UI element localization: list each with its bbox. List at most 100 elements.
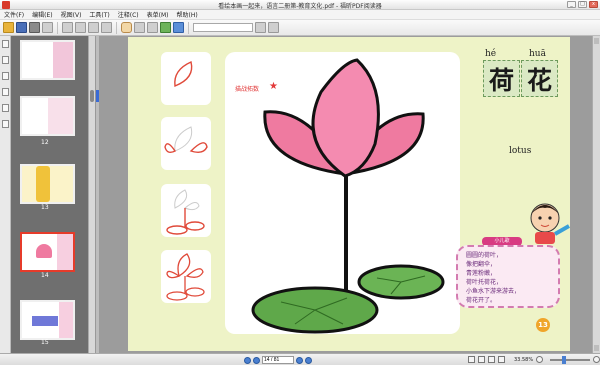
last-page-button[interactable] (305, 356, 312, 364)
page-thumbnail-selected[interactable] (20, 232, 75, 272)
minimize-button[interactable]: _ (567, 1, 576, 8)
view-controls: 33.58% (468, 355, 600, 364)
poem-line: 青莲粉嫩， (466, 270, 497, 277)
toolbar-divider (116, 21, 117, 34)
thumbnail-label: 14 (41, 272, 49, 279)
page-number-field[interactable] (262, 356, 294, 364)
poem-line: 荷花开了。 (466, 297, 497, 304)
toolbar-divider (188, 21, 189, 34)
scroll-up-button[interactable] (594, 38, 599, 44)
navigation-panel-tabs (0, 36, 11, 353)
zoom-level[interactable]: 33.58% (514, 357, 533, 363)
hanzi-box-hua: 花 (521, 60, 558, 97)
thumbnail-panel: 11 12 13 14 15 (11, 36, 97, 353)
zoom-slider[interactable] (550, 355, 591, 364)
comments-panel-icon[interactable] (1, 88, 9, 96)
undo-icon[interactable] (101, 22, 112, 33)
select-text-icon[interactable] (134, 22, 145, 33)
page-thumbnail[interactable] (20, 96, 75, 136)
single-page-icon[interactable] (468, 356, 475, 363)
toolbar-divider (57, 21, 58, 34)
lotus-illustration (251, 58, 445, 334)
status-bar: 33.58% (0, 353, 600, 365)
thumbnail-image (59, 302, 73, 338)
page-thumbnail[interactable] (20, 300, 75, 340)
copy-icon[interactable] (75, 22, 86, 33)
lotus-drawing-card: 描战拓数 ★ (225, 52, 460, 334)
thumbnail-image (22, 98, 48, 134)
toolbar (0, 20, 600, 36)
snapshot-icon[interactable] (147, 22, 158, 33)
menu-edit[interactable]: 编辑(E) (32, 10, 52, 19)
drawing-step-3 (161, 184, 211, 237)
find-next-icon[interactable] (268, 22, 279, 33)
save-icon[interactable] (16, 22, 27, 33)
menu-comments[interactable]: 注释(C) (118, 10, 139, 19)
layers-panel-icon[interactable] (1, 72, 9, 80)
thumbnail-image (53, 42, 73, 78)
zoom-in-button[interactable] (593, 356, 600, 363)
thumbnail-label: 11 (41, 68, 49, 75)
facing-icon[interactable] (488, 356, 495, 363)
previous-page-button[interactable] (253, 356, 260, 364)
hanzi-hua: 花 (526, 65, 552, 95)
first-page-button[interactable] (244, 356, 251, 364)
step-2-sketch (164, 126, 208, 154)
page-navigation (244, 356, 312, 364)
thumbnail-label: 13 (41, 204, 49, 211)
hanzi-he: 荷 (488, 65, 514, 95)
scrollbar-thumb[interactable] (90, 90, 94, 102)
drawing-step-4 (161, 250, 211, 303)
step-1-sketch (174, 61, 193, 87)
pinyin-he: hé (485, 49, 497, 59)
thumbnail-image (36, 244, 52, 258)
maximize-button[interactable]: □ (578, 1, 587, 8)
cartoon-girl-image (530, 203, 570, 244)
paste-icon[interactable] (88, 22, 99, 33)
page-thumbnail[interactable] (20, 164, 75, 204)
drawing-step-1 (161, 52, 211, 105)
continuous-icon[interactable] (478, 356, 485, 363)
poem-line: 小鱼水下游来游去， (466, 288, 521, 295)
menu-view[interactable]: 视图(V) (61, 10, 82, 19)
menu-tools[interactable]: 工具(T) (89, 10, 109, 19)
menu-help[interactable]: 帮助(H) (177, 10, 198, 19)
step-3-sketch (166, 189, 205, 235)
thumbnail-scrollbar[interactable] (88, 36, 95, 353)
poem-line: 荷叶托荷花， (466, 279, 503, 286)
attachments-panel-icon[interactable] (1, 104, 9, 112)
next-page-button[interactable] (296, 356, 303, 364)
cut-icon[interactable] (62, 22, 73, 33)
document-scrollbar[interactable] (592, 36, 600, 353)
open-icon[interactable] (3, 22, 14, 33)
zoom-slider-knob[interactable] (562, 355, 567, 364)
menu-file[interactable]: 文件(F) (4, 10, 24, 19)
search-options-icon[interactable] (255, 22, 266, 33)
poem-line: 像把翻伞， (466, 261, 497, 268)
bookmarks-panel-icon[interactable] (1, 56, 9, 64)
close-button[interactable]: x (589, 1, 598, 8)
title-bar: 看绘本画一起来，语言二册第-教育文化.pdf - 福昕PDF阅读器 _ □ x (0, 0, 600, 10)
window-title: 看绘本画一起来，语言二册第-教育文化.pdf - 福昕PDF阅读器 (218, 3, 382, 10)
zoom-out-button[interactable] (536, 356, 544, 363)
email-icon[interactable] (42, 22, 53, 33)
drawing-step-2 (161, 117, 211, 170)
thumbnail-image (32, 316, 58, 326)
pinyin-hua: huā (529, 49, 546, 59)
scroll-down-button[interactable] (594, 345, 599, 351)
search-input[interactable] (193, 23, 253, 32)
thumbnail-image (57, 234, 73, 270)
window-controls: _ □ x (567, 1, 598, 8)
menu-forms[interactable]: 表单(M) (147, 10, 169, 19)
pages-panel-icon[interactable] (1, 40, 9, 48)
step-4-sketch (166, 253, 205, 301)
thumbnail-label: 15 (41, 339, 49, 346)
signatures-panel-icon[interactable] (1, 120, 9, 128)
print-icon[interactable] (29, 22, 40, 33)
page-number-badge: 13 (536, 318, 550, 332)
zoom-in-icon[interactable] (160, 22, 171, 33)
hand-tool-icon[interactable] (121, 22, 132, 33)
continuous-facing-icon[interactable] (498, 356, 505, 363)
english-word: lotus (509, 146, 532, 156)
zoom-out-icon[interactable] (173, 22, 184, 33)
